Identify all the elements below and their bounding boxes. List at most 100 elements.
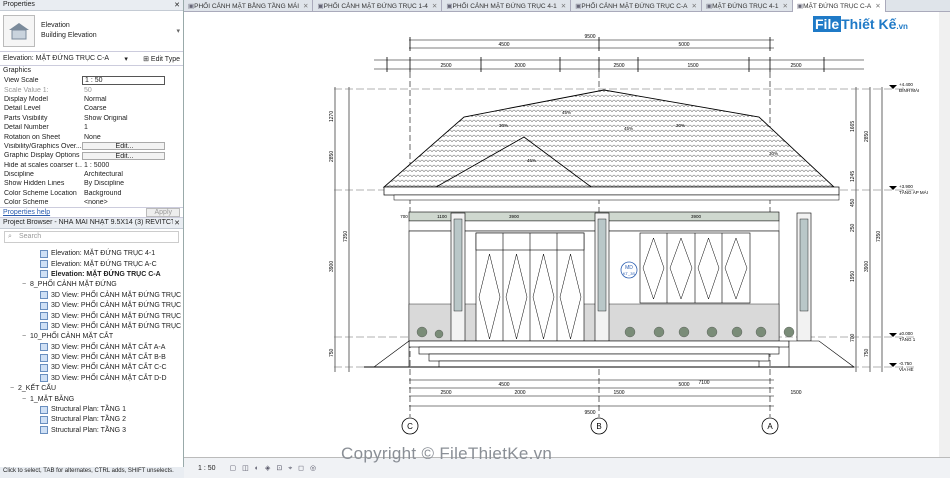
tree-item[interactable]: 3D View: PHỐI CẢNH MẶT CẮT D-D [0, 373, 183, 383]
edit-button[interactable]: Edit... [82, 142, 165, 151]
tree-item[interactable]: Elevation: MẶT ĐỨNG TRỤC C-A [0, 269, 183, 279]
dim-bottom-2: 5000 [678, 382, 689, 388]
property-row[interactable]: Detail Number 1 [0, 123, 183, 132]
slope-2: 45% [562, 110, 571, 115]
view-scale[interactable]: 1 : 50 [198, 465, 216, 472]
property-value[interactable]: Show Original [82, 115, 183, 122]
property-value[interactable]: Architectural [82, 171, 183, 178]
edit-button[interactable]: Edit... [82, 151, 165, 160]
view-tab-label: PHỐI CẢNH MẶT BẰNG TẦNG MÁI [194, 2, 300, 10]
tree-item[interactable]: −2_KẾT CẤU [0, 384, 183, 394]
property-name: Color Scheme [4, 199, 49, 207]
property-value[interactable]: Normal [82, 96, 183, 103]
properties-help-link[interactable]: Properties help [3, 209, 50, 216]
tree-item-label: 2_KẾT CẤU [18, 385, 56, 393]
project-browser-tree: Elevation: MẶT ĐỨNG TRỤC 4-1 Elevation: M… [0, 246, 183, 435]
property-value[interactable]: By Discipline [82, 180, 183, 187]
door-tag[interactable]: MD KT_3S [620, 261, 638, 279]
close-icon[interactable]: ✕ [561, 2, 566, 10]
view-tab-label: MẶT ĐỨNG TRỤC C-A [803, 2, 872, 10]
chevron-down-icon[interactable]: ▾ [124, 55, 128, 63]
property-row[interactable]: Detail Level Coarse [0, 104, 183, 113]
tree-item[interactable]: 3D View: PHỐI CẢNH MẶT CẮT C-C [0, 363, 183, 373]
property-value[interactable]: None [82, 134, 183, 141]
level-1-name: ĐỈNH MÁI [899, 87, 919, 93]
property-value[interactable]: Background [82, 190, 183, 197]
property-value[interactable]: <none> [82, 199, 183, 206]
view-tab[interactable]: ▣ MẶT ĐỨNG TRỤC 4-1 ✕ [702, 0, 793, 12]
dim-right-1: 1665 [850, 121, 856, 132]
tree-item[interactable]: 3D View: PHỐI CẢNH MẶT ĐỨNG TRỤC [0, 290, 183, 300]
beam-dim-4: 3900 [691, 214, 702, 219]
view-icon [40, 405, 48, 414]
tree-item[interactable]: 3D View: PHỐI CẢNH MẶT ĐỨNG TRỤC [0, 300, 183, 310]
type-selector[interactable]: Elevation Building Elevation ▾ [0, 11, 183, 52]
tree-item[interactable]: Elevation: MẶT ĐỨNG TRỤC 4-1 [0, 248, 183, 258]
dim-bottom2-2: 2000 [514, 390, 525, 396]
property-row[interactable]: Scale Value 1: 50 [0, 85, 183, 94]
collapse-icon[interactable]: − [22, 333, 30, 340]
property-row[interactable]: Color Scheme Location Background [0, 189, 183, 198]
grid-bubble-c[interactable]: C [401, 417, 419, 435]
close-icon[interactable]: ✕ [691, 2, 696, 10]
tree-item[interactable]: Structural Plan: TẦNG 1 [0, 404, 183, 414]
view-control-icons[interactable]: ▢◫◐◈⊡⌖◻◎ [230, 464, 323, 473]
edit-type-button[interactable]: ⊞ Edit Type [143, 55, 180, 63]
close-icon[interactable]: ✕ [782, 2, 787, 10]
properties-group-header[interactable]: Graphics [0, 66, 183, 76]
close-icon[interactable]: ✕ [174, 1, 180, 9]
close-icon[interactable]: ✕ [875, 2, 880, 10]
property-row[interactable]: View Scale 1 : 50 [0, 76, 183, 86]
dim-right-6: 700 [850, 333, 856, 342]
instance-selector[interactable]: Elevation: MẶT ĐỨNG TRỤC C-A [3, 55, 109, 62]
drawing-canvas[interactable]: 9500 4500 5000 2500 2000 2500 1500 2500 … [184, 12, 950, 457]
tree-item[interactable]: Structural Plan: TẦNG 2 [0, 415, 183, 425]
project-browser-title: Project Browser - NHÀ MÁI NHẬT 9.5X14 (3… [3, 219, 173, 227]
tree-item[interactable]: 3D View: PHỐI CẢNH MẶT ĐỨNG TRỤC [0, 311, 183, 321]
property-row[interactable]: Rotation on Sheet None [0, 132, 183, 141]
property-row[interactable]: Color Scheme <none> [0, 198, 183, 207]
view-tab[interactable]: ▣ PHỐI CẢNH MẶT ĐỨNG TRỤC 1-4 ✕ [313, 0, 443, 12]
apply-button[interactable]: Apply [146, 208, 180, 218]
dim-top2-1: 2500 [440, 63, 451, 69]
chevron-down-icon[interactable]: ▾ [176, 27, 180, 35]
property-value[interactable]: 50 [82, 87, 183, 94]
tree-item[interactable]: Elevation: MẶT ĐỨNG TRỤC A-C [0, 259, 183, 269]
property-row[interactable]: Hide at scales coarser t... 1 : 5000 [0, 161, 183, 170]
tree-item[interactable]: 3D View: PHỐI CẢNH MẶT CẮT B-B [0, 352, 183, 362]
close-icon[interactable]: ✕ [432, 2, 437, 10]
property-row[interactable]: Display Model Normal [0, 95, 183, 104]
property-value[interactable]: 1 [82, 124, 183, 131]
grid-bubble-a[interactable]: A [761, 417, 779, 435]
property-row[interactable]: Visibility/Graphics Over... Edit... [0, 142, 183, 151]
tree-item[interactable]: −10_PHỐI CẢNH MẶT CẮT [0, 332, 183, 342]
close-icon[interactable]: ✕ [303, 2, 308, 10]
property-row[interactable]: Parts Visibility Show Original [0, 114, 183, 123]
property-row[interactable]: Graphic Display Options Edit... [0, 151, 183, 160]
property-value[interactable]: 1 : 50 [82, 76, 165, 86]
beam-dim-1: 700 [400, 214, 408, 219]
view-tab[interactable]: ▣ PHỐI CẢNH MẶT ĐỨNG TRỤC 4-1 ✕ [442, 0, 572, 12]
grid-bubble-b[interactable]: B [590, 417, 608, 435]
tree-item[interactable]: Structural Plan: TẦNG 3 [0, 425, 183, 435]
tree-item[interactable]: −1_MẶT BẰNG [0, 394, 183, 404]
collapse-icon[interactable]: − [10, 385, 18, 392]
property-row[interactable]: Discipline Architectural [0, 170, 183, 179]
view-icon [40, 301, 48, 310]
property-row[interactable]: Show Hidden Lines By Discipline [0, 179, 183, 188]
view-tab[interactable]: ▣ MẶT ĐỨNG TRỤC C-A ✕ [792, 0, 886, 12]
tree-item-label: 3D View: PHỐI CẢNH MẶT CẮT A-A [51, 343, 166, 351]
tree-item[interactable]: −8_PHỐI CẢNH MẶT ĐỨNG [0, 280, 183, 290]
tree-item[interactable]: 3D View: PHỐI CẢNH MẶT CẮT A-A [0, 342, 183, 352]
property-name: Parts Visibility [4, 114, 48, 122]
view-icon [40, 415, 48, 424]
search-input[interactable]: ⌕ Search [4, 231, 179, 244]
collapse-icon[interactable]: − [22, 281, 30, 288]
close-icon[interactable]: ✕ [174, 219, 180, 227]
collapse-icon[interactable]: − [22, 396, 30, 403]
property-value[interactable]: Coarse [82, 105, 183, 112]
view-tab[interactable]: ▣ PHỐI CẢNH MẶT BẰNG TẦNG MÁI ✕ [184, 0, 314, 12]
tree-item[interactable]: 3D View: PHỐI CẢNH MẶT ĐỨNG TRỤC [0, 321, 183, 331]
view-tab[interactable]: ▣ PHỐI CẢNH MẶT ĐỨNG TRỤC C-A ✕ [571, 0, 702, 12]
property-value[interactable]: 1 : 5000 [82, 162, 183, 169]
